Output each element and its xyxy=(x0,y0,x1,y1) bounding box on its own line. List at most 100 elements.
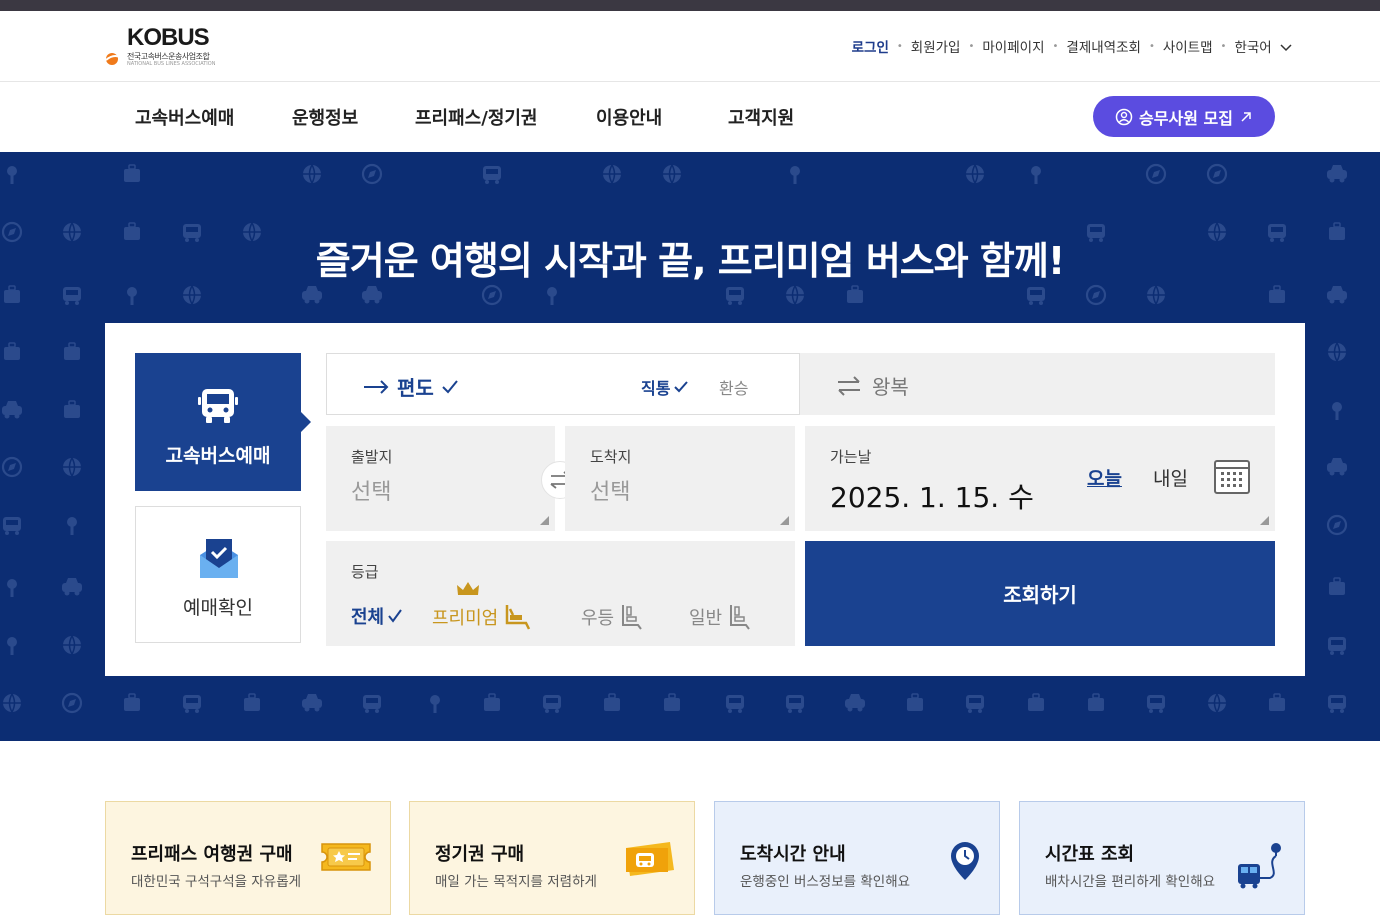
freepass-card[interactable]: 프리패스 여행권 구매 대한민국 구석구석을 자유롭게 xyxy=(105,801,391,915)
check-icon xyxy=(674,381,689,393)
arrival-field[interactable]: 도착지 선택 xyxy=(565,426,795,531)
logo-text: KOBUS xyxy=(127,24,210,51)
card-subtitle: 운행중인 버스정보를 확인해요 xyxy=(740,874,911,890)
corner-indicator xyxy=(780,516,789,525)
util-separator: • xyxy=(896,40,903,52)
tomorrow-button[interactable]: 내일 xyxy=(1153,464,1188,491)
nav-freepass[interactable]: 프리패스/정기권 xyxy=(415,104,538,130)
location-clock-icon xyxy=(951,842,979,880)
grade-label: 등급 xyxy=(351,563,379,581)
trip-type-oneway[interactable]: 편도 직통 환승 xyxy=(326,353,800,415)
grade-good-option[interactable]: 우등 xyxy=(581,603,644,631)
departure-field[interactable]: 출발지 선택 xyxy=(326,426,555,531)
arrival-value: 선택 xyxy=(590,480,631,505)
round-label: 왕복 xyxy=(872,375,909,399)
payments-link[interactable]: 결제내역조회 xyxy=(1066,36,1141,56)
tab-pointer xyxy=(301,412,311,432)
person-circle-icon xyxy=(1115,108,1133,125)
search-button[interactable]: 조회하기 xyxy=(805,541,1275,646)
tab-booking-confirm-label: 예매확인 xyxy=(183,597,253,619)
hero-title: 즐거운 여행의 시작과 끝, 프리미엄 버스와 함께! xyxy=(315,239,1065,283)
card-title: 도착시간 안내 xyxy=(740,844,846,865)
date-field[interactable]: 가는날 2025. 1. 15. 수 오늘 내일 xyxy=(805,426,1275,531)
browser-top-bar xyxy=(0,0,1380,11)
seat-icon xyxy=(730,605,750,630)
nav-support[interactable]: 고객지원 xyxy=(728,104,794,130)
season-ticket-card[interactable]: 정기권 구매 매일 가는 목적지를 저렴하게 xyxy=(409,801,695,915)
card-title: 시간표 조회 xyxy=(1045,844,1135,865)
corner-indicator xyxy=(1260,516,1269,525)
arrival-label: 도착지 xyxy=(590,448,632,466)
util-separator: • xyxy=(968,40,975,52)
kobus-logo[interactable]: KOBUS 전국고속버스운송사업조합 NATIONAL BUS LINES AS… xyxy=(105,24,225,68)
recruit-label: 승무사원 모집 xyxy=(1139,108,1233,128)
main-nav: 고속버스예매 운행정보 프리패스/정기권 이용안내 고객지원 승무사원 모집 xyxy=(0,82,1380,152)
crown-icon xyxy=(457,582,479,595)
seat-icon xyxy=(622,605,642,630)
today-button[interactable]: 오늘 xyxy=(1087,464,1122,491)
corner-indicator xyxy=(540,516,549,525)
sitemap-link[interactable]: 사이트맵 xyxy=(1163,36,1213,56)
login-link[interactable]: 로그인 xyxy=(852,36,889,56)
direct-label: 직통 xyxy=(641,379,671,398)
grade-premium-option[interactable]: 프리미엄 xyxy=(432,582,532,631)
grade-good-label: 우등 xyxy=(581,608,615,629)
grade-selector: 등급 전체 프리미엄 우등 일반 xyxy=(326,541,795,646)
swap-arrows-icon xyxy=(838,375,860,396)
ticket-bus-icon xyxy=(626,842,674,876)
grade-all-label: 전체 xyxy=(351,607,385,628)
check-icon xyxy=(388,609,402,623)
envelope-check-icon xyxy=(200,539,238,578)
nav-express-booking[interactable]: 고속버스예매 xyxy=(135,104,234,130)
departure-value: 선택 xyxy=(351,480,392,505)
language-select[interactable]: 한국어 xyxy=(1234,36,1292,56)
card-subtitle: 배차시간을 편리하게 확인해요 xyxy=(1045,874,1216,890)
utility-nav: 로그인 • 회원가입 • 마이페이지 • 결제내역조회 • 사이트맵 • 한국어 xyxy=(852,36,1292,56)
signup-link[interactable]: 회원가입 xyxy=(911,36,961,56)
util-separator: • xyxy=(1052,40,1059,52)
nav-operation-info[interactable]: 운행정보 xyxy=(292,104,358,130)
util-separator: • xyxy=(1148,40,1155,52)
hero-banner: 즐거운 여행의 시작과 끝, 프리미엄 버스와 함께! 고속버스예매 예매확인 xyxy=(0,152,1380,741)
card-subtitle: 매일 가는 목적지를 저렴하게 xyxy=(435,874,597,890)
recruit-button[interactable]: 승무사원 모집 xyxy=(1093,96,1275,137)
external-arrow-icon xyxy=(1241,111,1251,122)
departure-label: 출발지 xyxy=(351,448,393,466)
check-icon xyxy=(442,379,458,393)
tab-express-booking-label: 고속버스예매 xyxy=(165,445,271,467)
mypage-link[interactable]: 마이페이지 xyxy=(982,36,1044,56)
calendar-icon[interactable] xyxy=(1214,460,1250,494)
card-title: 프리패스 여행권 구매 xyxy=(131,844,293,865)
util-separator: • xyxy=(1220,40,1227,52)
tab-express-booking[interactable]: 고속버스예매 xyxy=(135,353,311,491)
timetable-card[interactable]: 시간표 조회 배차시간을 편리하게 확인해요 xyxy=(1019,801,1305,915)
trip-type-round[interactable]: 왕복 xyxy=(800,353,1275,415)
date-value: 2025. 1. 15. 수 xyxy=(830,481,1034,514)
bus-route-icon xyxy=(1238,843,1281,889)
grade-all-option[interactable]: 전체 xyxy=(351,603,402,629)
tab-booking-confirm[interactable]: 예매확인 xyxy=(135,506,301,643)
grade-normal-label: 일반 xyxy=(689,608,723,629)
logo-swoosh-icon xyxy=(105,53,121,65)
transfer-route-option[interactable]: 환승 xyxy=(719,375,748,399)
ticket-star-icon xyxy=(321,843,371,871)
chevron-down-icon xyxy=(1280,44,1292,52)
grade-normal-option[interactable]: 일반 xyxy=(689,603,752,631)
date-label: 가는날 xyxy=(830,448,872,466)
grade-premium-label: 프리미엄 xyxy=(432,608,499,629)
oneway-label: 편도 xyxy=(397,376,434,400)
oneway-option[interactable]: 편도 xyxy=(363,372,458,401)
logo-tagline: NATIONAL BUS LINES ASSOCIATION xyxy=(127,61,216,67)
direct-route-option[interactable]: 직통 xyxy=(641,375,689,399)
card-title: 정기권 구매 xyxy=(435,844,525,865)
site-header: KOBUS 전국고속버스운송사업조합 NATIONAL BUS LINES AS… xyxy=(0,11,1380,82)
bus-icon xyxy=(198,389,238,423)
card-subtitle: 대한민국 구석구석을 자유롭게 xyxy=(131,874,302,890)
booking-panel: 고속버스예매 예매확인 편도 직통 환승 왕복 출발지 선택 도착지 선택 가는… xyxy=(105,323,1305,676)
arrival-time-card[interactable]: 도착시간 안내 운행중인 버스정보를 확인해요 xyxy=(714,801,1000,915)
arrow-right-icon xyxy=(364,379,389,394)
round-option: 왕복 xyxy=(836,371,909,400)
premium-seat-icon xyxy=(506,605,531,630)
nav-guide[interactable]: 이용안내 xyxy=(596,104,662,130)
language-label: 한국어 xyxy=(1234,40,1272,56)
